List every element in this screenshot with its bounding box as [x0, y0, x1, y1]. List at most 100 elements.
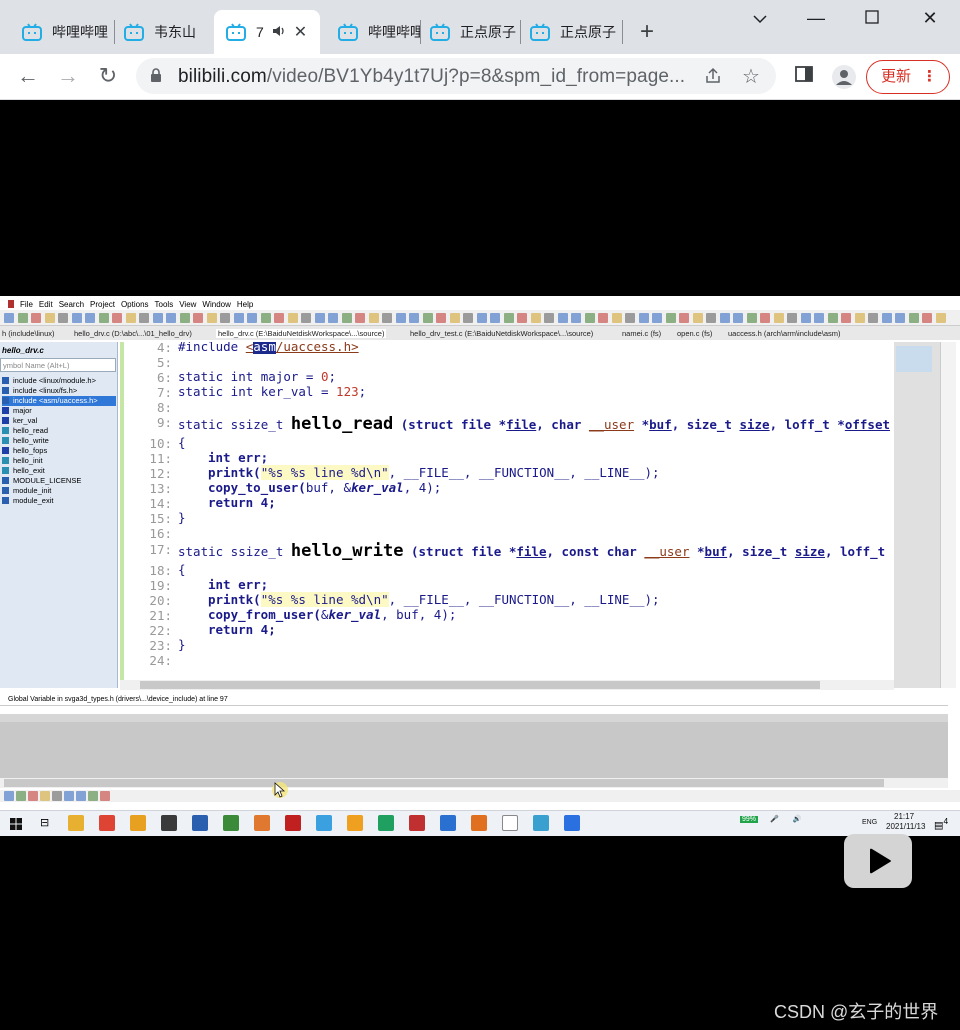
menu-search[interactable]: Search	[59, 300, 84, 309]
toolbar-tool-icon[interactable]	[152, 313, 163, 323]
toolbar-tool-icon[interactable]	[476, 313, 487, 323]
side-panel-icon[interactable]	[790, 64, 818, 90]
menu-tools[interactable]: Tools	[155, 300, 174, 309]
file-explorer-icon[interactable]	[68, 815, 84, 831]
toolbar-tool-icon[interactable]	[611, 313, 622, 323]
toolbar-tool-icon[interactable]	[31, 313, 41, 323]
start-icon[interactable]	[10, 817, 22, 835]
doc-tab[interactable]: h (include\linux)	[2, 329, 55, 338]
toolbar-tool-icon[interactable]	[193, 313, 203, 323]
toolbar-tool-icon[interactable]	[503, 313, 514, 323]
task-view-icon[interactable]: ⊟	[40, 816, 49, 829]
toolbar-tool-icon[interactable]	[247, 313, 257, 323]
toolbar-tool-icon[interactable]	[76, 791, 86, 801]
browser-tab-5[interactable]: 正点原子	[408, 10, 520, 54]
menu-help[interactable]: Help	[237, 300, 253, 309]
app-icon[interactable]	[409, 815, 425, 831]
toolbar-tool-icon[interactable]	[206, 313, 217, 323]
close-tab-icon[interactable]: ✕	[294, 22, 307, 42]
app-icon[interactable]	[533, 815, 549, 831]
symbol-item[interactable]: hello_exit	[2, 466, 116, 476]
toolbar-tool-icon[interactable]	[314, 313, 325, 323]
horizontal-scrollbar[interactable]	[120, 680, 894, 690]
symbol-item[interactable]: major	[2, 406, 116, 416]
toolbar-tool-icon[interactable]	[44, 313, 55, 323]
typora-icon[interactable]	[502, 815, 518, 831]
toolbar-tool-icon[interactable]	[706, 313, 716, 323]
context-scrollbar[interactable]	[0, 778, 948, 788]
toolbar-tool-icon[interactable]	[638, 313, 649, 323]
browser-tab-active[interactable]: 7 ✕	[214, 10, 320, 54]
toolbar-tool-icon[interactable]	[16, 791, 26, 801]
toolbar-tool-icon[interactable]	[382, 313, 392, 323]
vertical-scrollbar[interactable]	[940, 342, 956, 688]
toolbar-tool-icon[interactable]	[800, 313, 811, 323]
toolbar-tool-icon[interactable]	[868, 313, 878, 323]
toolbar-tool-icon[interactable]	[368, 313, 379, 323]
minimize-button[interactable]: —	[796, 8, 836, 32]
toolbar-tool-icon[interactable]	[557, 313, 568, 323]
toolbar-tool-icon[interactable]	[773, 313, 784, 323]
toolbar-tool-icon[interactable]	[571, 313, 581, 323]
toolbar-tool-icon[interactable]	[922, 313, 932, 323]
toolbar-tool-icon[interactable]	[233, 313, 244, 323]
toolbar-tool-icon[interactable]	[85, 313, 95, 323]
video-play-button[interactable]	[844, 834, 912, 888]
app-icon[interactable]	[378, 815, 394, 831]
toolbar-tool-icon[interactable]	[746, 313, 757, 323]
app-icon[interactable]	[223, 815, 239, 831]
menu-edit[interactable]: Edit	[39, 300, 53, 309]
toolbar-tool-icon[interactable]	[355, 313, 365, 323]
notification-icon[interactable]: ▤4	[934, 816, 948, 831]
code-minimap[interactable]	[894, 342, 940, 688]
toolbar-tool-icon[interactable]	[341, 313, 352, 323]
update-button[interactable]: 更新 ⋮	[866, 60, 950, 94]
toolbar-tool-icon[interactable]	[760, 313, 770, 323]
toolbar-tool-icon[interactable]	[220, 313, 230, 323]
toolbar-tool-icon[interactable]	[584, 313, 595, 323]
address-bar[interactable]: bilibili.com/video/BV1Yb4y1t7Uj?p=8&spm_…	[136, 58, 776, 94]
menu-window[interactable]: Window	[202, 300, 230, 309]
doc-tab[interactable]: uaccess.h (arch\arm\include\asm)	[728, 329, 841, 338]
menu-file[interactable]: File	[20, 300, 33, 309]
symbol-item[interactable]: module_init	[2, 486, 116, 496]
toolbar-tool-icon[interactable]	[841, 313, 851, 323]
toolbar-tool-icon[interactable]	[517, 313, 527, 323]
symbol-item[interactable]: ker_val	[2, 416, 116, 426]
symbol-item[interactable]: hello_fops	[2, 446, 116, 456]
toolbar-tool-icon[interactable]	[301, 313, 311, 323]
toolbar-tool-icon[interactable]	[40, 791, 50, 801]
language-indicator[interactable]: ENG	[862, 819, 877, 826]
forward-button[interactable]: →	[54, 64, 82, 90]
app-icon[interactable]	[254, 815, 270, 831]
symbol-item[interactable]: include <asm/uaccess.h>	[2, 396, 116, 406]
app-icon[interactable]	[471, 815, 487, 831]
app-icon[interactable]	[130, 815, 146, 831]
toolbar-tool-icon[interactable]	[64, 791, 74, 801]
app-icon[interactable]	[347, 815, 363, 831]
toolbar-tool-icon[interactable]	[814, 313, 824, 323]
symbol-item[interactable]: include <linux/fs.h>	[2, 386, 116, 396]
toolbar-tool-icon[interactable]	[665, 313, 676, 323]
scroll-thumb[interactable]	[140, 681, 820, 689]
toolbar-tool-icon[interactable]	[28, 791, 38, 801]
taskbar-clock[interactable]: 21:17 2021/11/13	[886, 812, 925, 832]
browser-tab-1[interactable]: 哔哩哔哩	[0, 10, 114, 54]
toolbar-tool-icon[interactable]	[274, 313, 284, 323]
toolbar-tool-icon[interactable]	[4, 313, 14, 323]
toolbar-tool-icon[interactable]	[598, 313, 608, 323]
more-menu-icon[interactable]: ⋮	[922, 61, 937, 93]
toolbar-tool-icon[interactable]	[88, 791, 98, 801]
toolbar-tool-icon[interactable]	[139, 313, 149, 323]
toolbar-tool-icon[interactable]	[260, 313, 271, 323]
doc-tab[interactable]: open.c (fs)	[677, 329, 712, 338]
toolbar-tool-icon[interactable]	[71, 313, 82, 323]
toolbar-tool-icon[interactable]	[652, 313, 662, 323]
toolbar-tool-icon[interactable]	[827, 313, 838, 323]
toolbar-tool-icon[interactable]	[58, 313, 68, 323]
back-button[interactable]: ←	[14, 64, 42, 90]
toolbar-tool-icon[interactable]	[625, 313, 635, 323]
doc-tab[interactable]: namei.c (fs)	[622, 329, 661, 338]
maximize-button[interactable]	[852, 8, 892, 32]
toolbar-tool-icon[interactable]	[719, 313, 730, 323]
